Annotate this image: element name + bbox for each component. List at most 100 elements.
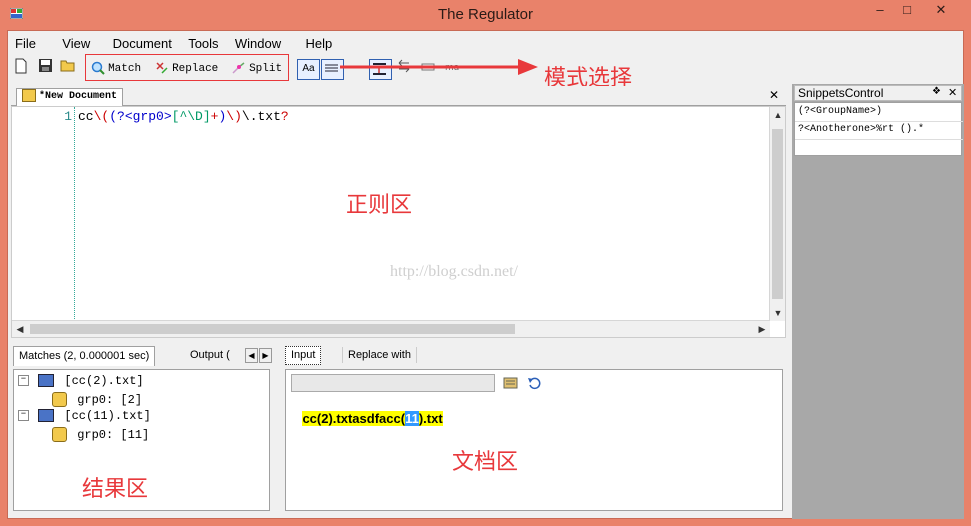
regex-editor[interactable]: 1 cc\((?<grp0>[^\D]+)\)\.txt? 正则区 http:/…	[11, 106, 786, 338]
split-icon	[232, 61, 246, 75]
results-tree[interactable]: − [cc(2).txt] grp0: [2] − [cc(11).txt] g…	[13, 369, 270, 511]
match-node-icon	[38, 409, 55, 423]
input-panel: cc(2).txtasdfacc(11).txt 文档区	[285, 369, 783, 511]
document-tabstrip	[11, 86, 786, 106]
tree-node-group-2[interactable]: grp0: [11]	[52, 427, 149, 442]
regex-token: [^\D]	[171, 109, 211, 124]
tree-node-match-1[interactable]: − [cc(2).txt]	[18, 374, 144, 388]
input-text-before: cc(2).txtasdfacc(	[302, 411, 406, 426]
minimize-button[interactable]: –	[868, 0, 892, 22]
replace-label: Replace	[172, 63, 219, 75]
save-icon[interactable]	[38, 58, 53, 78]
tree-node-label: grp0: [11]	[77, 427, 150, 442]
group-node-icon	[52, 427, 67, 442]
close-button[interactable]: ✕	[922, 0, 960, 22]
tab-new-document[interactable]: *New Document	[16, 88, 124, 106]
expand-icon[interactable]: −	[18, 375, 29, 387]
line-number-gutter: 1	[12, 107, 75, 321]
title-bar: The Regulator – □ ✕	[0, 0, 971, 30]
tab-replace-with[interactable]: Replace with	[342, 347, 417, 363]
input-text-area[interactable]: cc(2).txtasdfacc(11).txt	[288, 396, 443, 441]
window-title: The Regulator	[437, 6, 534, 23]
tree-node-label: [cc(11).txt]	[64, 409, 151, 423]
tree-node-match-2[interactable]: − [cc(11).txt]	[18, 409, 151, 423]
maximize-button[interactable]: □	[895, 0, 919, 22]
annotation-results-area: 结果区	[82, 477, 149, 502]
tab-scroll-right-button[interactable]: ▶	[259, 348, 272, 363]
menu-bar: File View Document Tools Window Help	[8, 36, 339, 54]
scroll-down-icon[interactable]: ▼	[770, 308, 786, 318]
snippet-item[interactable]: ?<Anotherone>%rt ().*	[795, 121, 963, 140]
scroll-right-icon[interactable]: ▶	[754, 324, 770, 335]
regex-horizontal-scrollbar[interactable]: ◀ ▶	[12, 320, 770, 337]
tab-scroll-left-button[interactable]: ◀	[245, 348, 258, 363]
menu-tools[interactable]: Tools	[182, 36, 225, 51]
menu-view[interactable]: View	[46, 36, 97, 51]
menu-file[interactable]: File	[8, 36, 43, 51]
snippets-list[interactable]: (?<GroupName>) ?<Anotherone>%rt ().*	[794, 102, 963, 156]
menu-help[interactable]: Help	[291, 36, 339, 51]
line-number: 1	[64, 109, 72, 124]
maximize-icon: □	[903, 2, 911, 17]
new-file-icon[interactable]	[14, 58, 28, 78]
close-icon: ✕	[935, 2, 947, 17]
tab-input[interactable]: Input	[285, 346, 322, 365]
load-file-icon[interactable]	[503, 376, 519, 393]
regex-vertical-scrollbar[interactable]: ▲ ▼	[769, 107, 785, 321]
close-icon: ✕	[769, 88, 780, 102]
tab-replace-with-label: Replace with	[348, 349, 411, 361]
document-close-button[interactable]: ✕	[769, 88, 779, 102]
regex-text[interactable]: cc\((?<grp0>[^\D]+)\)\.txt?	[78, 109, 289, 124]
menu-window[interactable]: Window	[229, 36, 288, 51]
regex-token: (?<	[109, 109, 133, 124]
tree-node-label: grp0: [2]	[77, 392, 143, 407]
split-button[interactable]: Split	[232, 58, 282, 78]
split-label: Split	[249, 63, 283, 75]
watermark: http://blog.csdn.net/	[390, 263, 518, 280]
replace-icon	[155, 61, 169, 75]
tree-node-group-1[interactable]: grp0: [2]	[52, 392, 142, 407]
snippets-close-icon[interactable]: ✕	[948, 86, 957, 99]
regex-token: \)	[226, 109, 242, 124]
case-label: Aa	[302, 63, 315, 74]
input-text-selected: 11	[405, 411, 419, 426]
minimize-icon: –	[876, 2, 884, 17]
match-node-icon	[38, 374, 55, 388]
undo-icon[interactable]	[527, 376, 541, 393]
menu-document[interactable]: Document	[101, 36, 179, 51]
scroll-left-icon[interactable]: ◀	[12, 324, 28, 335]
match-button[interactable]: Match	[91, 58, 141, 78]
tab-matches[interactable]: Matches (2, 0.000001 sec)	[13, 346, 156, 366]
match-icon	[91, 61, 105, 75]
regex-token: \.txt	[241, 109, 281, 124]
scroll-thumb[interactable]	[772, 129, 783, 299]
open-folder-icon[interactable]	[60, 58, 76, 78]
tab-output-label: Output (	[190, 349, 230, 361]
match-label: Match	[108, 63, 142, 75]
case-toggle-button[interactable]: Aa	[297, 59, 320, 80]
replace-button[interactable]: Replace	[155, 58, 218, 78]
regex-token: ?	[280, 109, 289, 124]
annotation-document-area: 文档区	[452, 450, 519, 475]
tab-new-document-label: *New Document	[39, 91, 118, 103]
document-icon	[22, 89, 36, 102]
expand-icon[interactable]: −	[18, 410, 29, 422]
snippets-title: SnippetsControl	[798, 86, 884, 100]
tab-matches-label: Matches (2, 0.000001 sec)	[19, 350, 150, 362]
regex-token: grp0	[132, 109, 164, 124]
hscroll-thumb[interactable]	[30, 324, 515, 334]
snippets-header: SnippetsControl ❖ ✕	[794, 85, 962, 101]
annotation-regex-area: 正则区	[346, 193, 413, 218]
tab-output[interactable]: Output (	[185, 347, 247, 363]
replace-input[interactable]	[291, 374, 495, 392]
scroll-up-icon[interactable]: ▲	[770, 110, 786, 120]
regex-token: \(	[93, 109, 110, 124]
group-node-icon	[52, 392, 67, 407]
snippet-item[interactable]: (?<GroupName>)	[795, 103, 963, 122]
regex-token: >	[163, 109, 172, 124]
tab-scroll-right-icon: ▶	[262, 351, 269, 360]
regex-token: cc	[78, 109, 94, 124]
input-text-after: ).txt	[418, 411, 443, 426]
annotation-arrow	[340, 59, 538, 75]
pin-icon[interactable]: ❖	[932, 86, 941, 97]
